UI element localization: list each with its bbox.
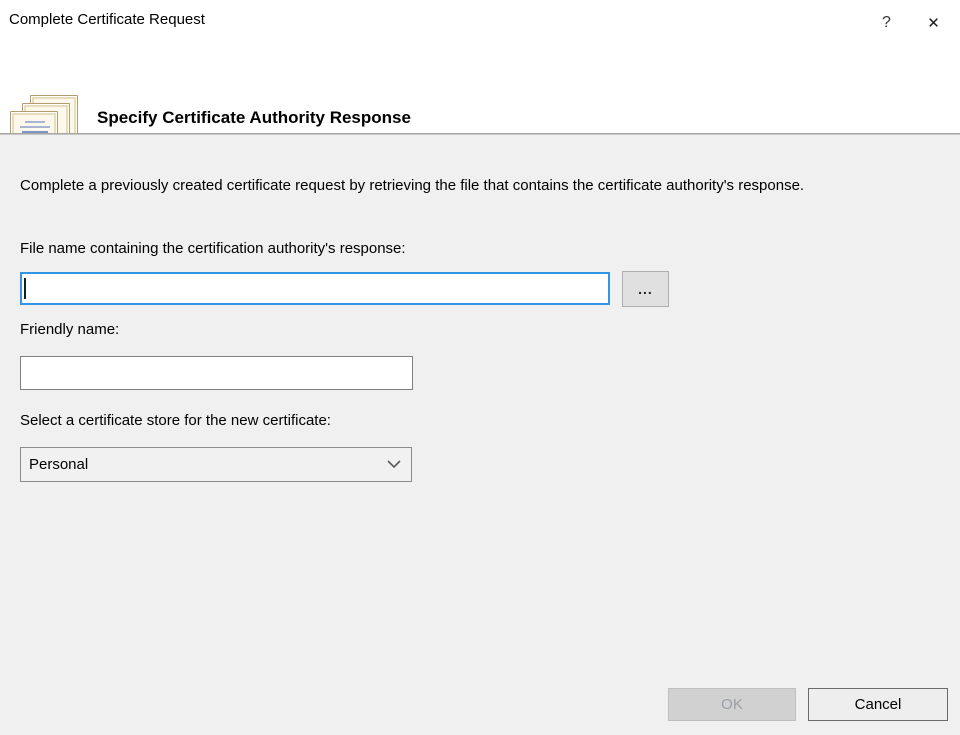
window-title: Complete Certificate Request <box>9 11 205 28</box>
help-button[interactable]: ? <box>863 0 910 45</box>
ok-button[interactable]: OK <box>668 688 796 721</box>
dropdown-selected-value: Personal <box>21 456 377 473</box>
file-name-label: File name containing the certification a… <box>20 240 406 257</box>
page-title: Specify Certificate Authority Response <box>97 108 411 128</box>
friendly-name-label: Friendly name: <box>20 321 119 338</box>
wizard-header: Specify Certificate Authority Response <box>0 45 960 133</box>
close-icon: ✕ <box>927 14 940 32</box>
window-controls: ? ✕ <box>863 0 957 45</box>
help-icon: ? <box>882 14 891 32</box>
chevron-down-icon <box>377 460 411 469</box>
text-caret <box>24 278 26 299</box>
complete-certificate-request-dialog: Complete Certificate Request ? ✕ Specify… <box>0 0 960 735</box>
close-button[interactable]: ✕ <box>910 0 957 45</box>
dialog-content: Complete a previously created certificat… <box>0 135 960 735</box>
certificate-store-dropdown[interactable]: Personal <box>20 447 412 482</box>
titlebar: Complete Certificate Request ? ✕ <box>0 0 960 45</box>
browse-button[interactable]: ... <box>622 271 669 307</box>
description-text: Complete a previously created certificat… <box>20 174 850 197</box>
cancel-button[interactable]: Cancel <box>808 688 948 721</box>
certificate-store-label: Select a certificate store for the new c… <box>20 412 331 429</box>
file-name-input[interactable] <box>20 272 610 305</box>
friendly-name-input[interactable] <box>20 356 413 390</box>
